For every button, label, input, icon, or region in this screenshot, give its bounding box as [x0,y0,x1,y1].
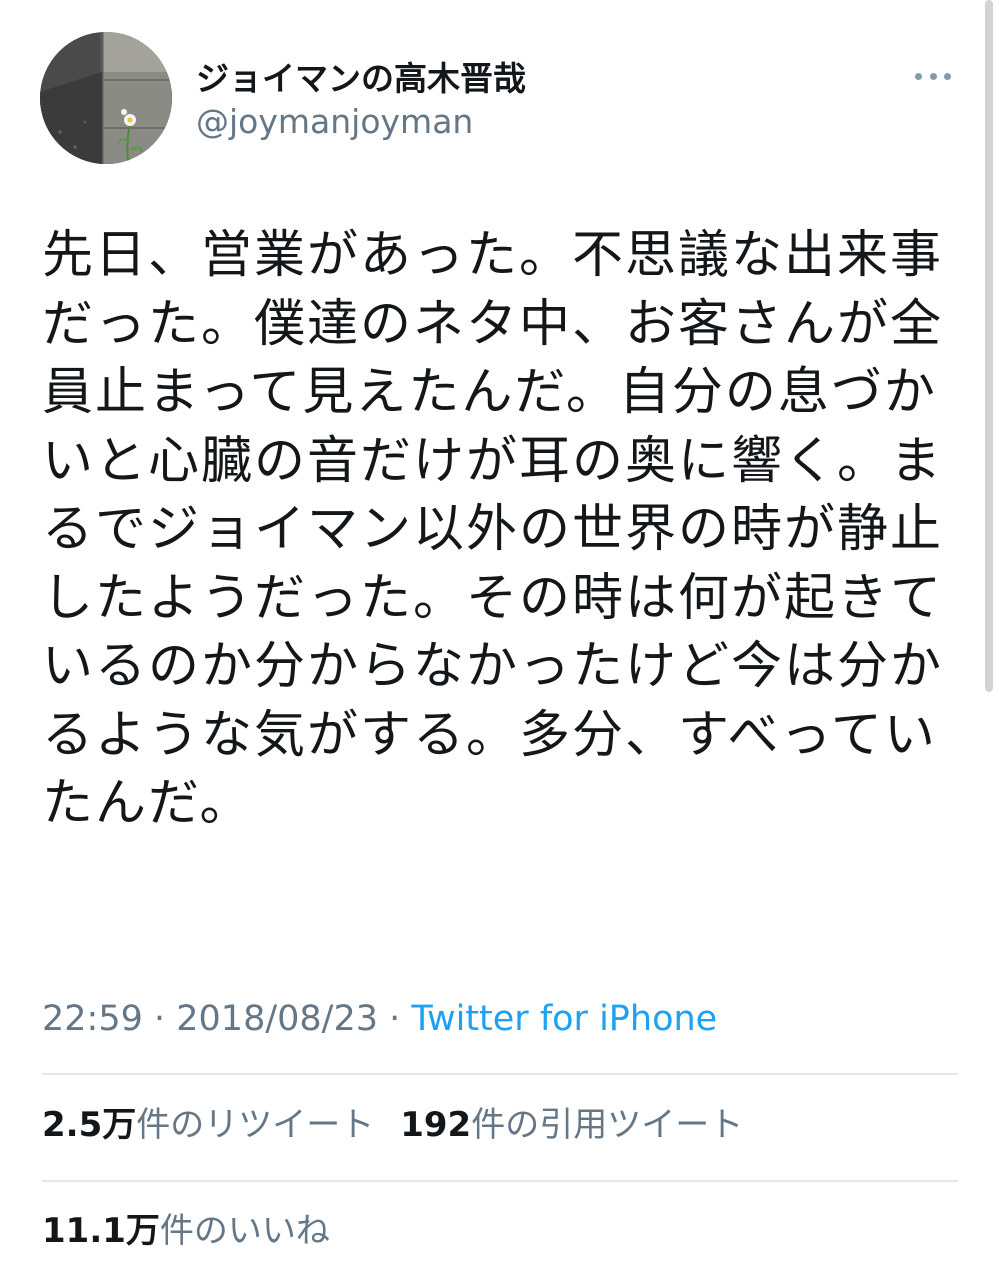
more-dot [929,72,937,80]
divider [42,1180,958,1182]
likes-stat[interactable]: 11.1万件のいいね [42,1206,330,1256]
meta-separator: · [378,999,412,1039]
tweet-source-link[interactable]: Twitter for iPhone [411,999,717,1039]
stats-row-likes: 11.1万件のいいね [42,1206,330,1256]
tweet-text: 先日、営業があった。不思議な出来事だった。僕達のネタ中、お客さんが全員止まって見… [42,226,944,833]
user-handle[interactable]: @joymanjoyman [196,102,473,141]
tweet-meta: 22:59 · 2018/08/23 · Twitter for iPhone [42,994,717,1044]
likes-count: 11.1万 [42,1211,160,1251]
tweet-time[interactable]: 22:59 [42,999,143,1039]
avatar-image [40,32,172,164]
retweets-label: 件のリツイート [136,1105,375,1145]
quotes-count: 192 [400,1105,472,1145]
more-options-icon[interactable] [915,70,951,82]
divider [42,1073,958,1075]
tweet-header: ジョイマンの高木晋哉 @joymanjoyman [40,32,959,164]
tweet-date[interactable]: 2018/08/23 [176,999,378,1039]
retweets-stat[interactable]: 2.5万件のリツイート [42,1100,374,1150]
avatar[interactable] [40,32,172,164]
display-name[interactable]: ジョイマンの高木晋哉 [196,52,526,100]
more-dot [915,72,922,80]
more-dot [944,72,951,80]
quotes-stat[interactable]: 192件の引用ツイート [400,1100,743,1150]
retweets-count: 2.5万 [42,1105,137,1145]
stats-row-retweets: 2.5万件のリツイート 192件の引用ツイート [42,1100,743,1150]
scrollbar[interactable] [985,0,993,692]
quotes-label: 件の引用ツイート [471,1105,744,1145]
likes-label: 件のいいね [159,1211,330,1251]
meta-separator: · [142,999,177,1039]
